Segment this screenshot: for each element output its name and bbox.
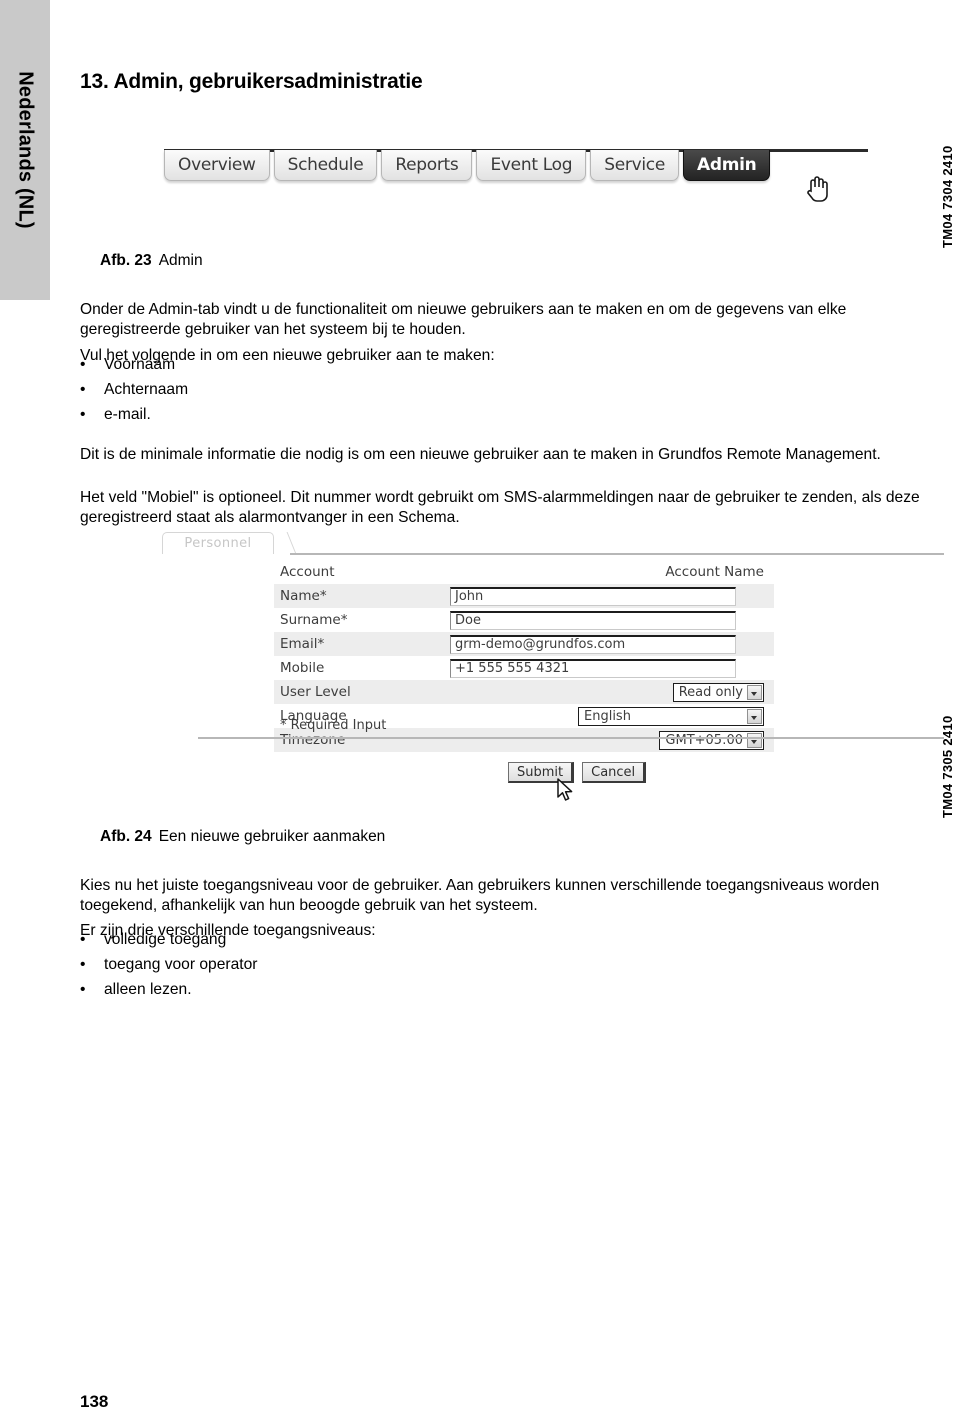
select-language-value: English <box>584 708 631 724</box>
cancel-button[interactable]: Cancel <box>582 762 647 783</box>
list-item-achternaam: • Achternaam <box>80 380 188 401</box>
required-input-note: * Required Input <box>280 718 387 733</box>
label-mobile: Mobile <box>280 660 325 676</box>
field-cell-mobile: +1 555 555 4321 <box>450 658 774 678</box>
form-header-account-name: Account Name <box>665 564 764 580</box>
form-row-email: Email* grm-demo@grundfos.com <box>274 632 774 656</box>
label-user-level: User Level <box>280 684 351 700</box>
label-name: Name* <box>280 588 327 604</box>
arrow-cursor-icon <box>556 778 578 808</box>
select-timezone-value: GMT+05:00 <box>665 732 743 748</box>
nav-tab-schedule[interactable]: Schedule <box>273 150 378 181</box>
label-email: Email* <box>280 636 325 652</box>
select-language[interactable]: English <box>578 706 764 726</box>
chevron-down-icon[interactable] <box>747 684 762 700</box>
bullet-icon: • <box>80 981 86 998</box>
nav-tab-admin[interactable]: Admin <box>683 150 771 181</box>
field-cell-timezone: GMT+05:00 <box>450 730 774 750</box>
chevron-down-icon[interactable] <box>747 732 762 748</box>
form-row-name: Name* John <box>274 584 774 608</box>
language-side-tab: Nederlands (NL) <box>0 0 50 300</box>
label-surname: Surname* <box>280 612 348 628</box>
form-row-mobile: Mobile +1 555 555 4321 <box>274 656 774 680</box>
figure-23-tm-code: TM04 7304 2410 <box>940 145 955 249</box>
language-label: Nederlands (NL) <box>14 71 37 229</box>
label-timezone: Timezone <box>280 732 346 748</box>
admin-nav-screenshot: Overview Schedule Reports Event Log Serv… <box>164 140 868 208</box>
page-content: 13. Admin, gebruikersadministratie Overv… <box>78 0 944 1428</box>
bullet-icon: • <box>80 381 86 398</box>
list-item-label: Voornaam <box>104 356 176 373</box>
figure-24-caption: Afb. 24 Een nieuwe gebruiker aanmaken <box>100 828 385 846</box>
nav-tab-event-log[interactable]: Event Log <box>476 150 587 181</box>
bullet-icon: • <box>80 356 86 373</box>
list-item-voornaam: • Voornaam <box>80 355 175 376</box>
list-item-label: alleen lezen. <box>104 981 192 998</box>
list-item-toegang-operator: • toegang voor operator <box>80 955 257 976</box>
list-item-label: Achternaam <box>104 381 189 398</box>
field-cell-surname: Doe <box>450 610 774 630</box>
paragraph-5: Kies nu het juiste toegangsniveau voor d… <box>80 876 880 915</box>
paragraph-1: Onder de Admin-tab vindt u de functional… <box>80 300 847 339</box>
paragraph-4: Het veld "Mobiel" is optioneel. Dit numm… <box>80 488 920 527</box>
figure-24-text: Een nieuwe gebruiker aanmaken <box>158 828 386 845</box>
field-cell-language: English <box>450 706 774 726</box>
field-cell-email: grm-demo@grundfos.com <box>450 634 774 654</box>
list-item-volledige-toegang: • volledige toegang <box>80 930 226 951</box>
chevron-down-icon[interactable] <box>747 708 762 724</box>
nav-tab-service[interactable]: Service <box>590 150 679 181</box>
input-name[interactable]: John <box>450 586 736 606</box>
paragraph-3: Dit is de minimale informatie die nodig … <box>80 445 881 463</box>
input-surname[interactable]: Doe <box>450 610 736 630</box>
page-number: 138 <box>80 1392 109 1411</box>
figure-24-label: Afb. 24 <box>100 828 152 845</box>
field-cell-user-level: Read only <box>450 682 774 702</box>
form-header-account: Account <box>280 564 335 580</box>
input-mobile[interactable]: +1 555 555 4321 <box>450 658 736 678</box>
nav-tab-reports[interactable]: Reports <box>381 150 473 181</box>
bullet-icon: • <box>80 931 86 948</box>
paragraph-2: Vul het volgende in om een nieuwe gebrui… <box>80 346 495 364</box>
form-header-row: Account Account Name <box>274 560 774 584</box>
bullet-icon: • <box>80 956 86 973</box>
personnel-tab-label: Personnel <box>184 536 252 551</box>
figure-23-text: Admin <box>158 252 203 269</box>
figure-23-caption: Afb. 23 Admin <box>100 252 203 270</box>
input-email[interactable]: grm-demo@grundfos.com <box>450 634 736 654</box>
form-bottom-rule <box>198 737 944 739</box>
personnel-panel-tab[interactable]: Personnel <box>162 532 274 554</box>
select-user-level-value: Read only <box>678 684 743 700</box>
field-cell-name: John <box>450 586 774 606</box>
figure-24-tm-code: TM04 7305 2410 <box>940 715 955 819</box>
list-item-label: e-mail. <box>104 406 151 423</box>
page-title: 13. Admin, gebruikersadministratie <box>80 70 423 94</box>
list-item-label: volledige toegang <box>104 931 227 948</box>
select-user-level[interactable]: Read only <box>672 682 764 702</box>
bullet-icon: • <box>80 406 86 423</box>
nav-tab-overview[interactable]: Overview <box>164 150 270 181</box>
new-user-form-screenshot: Personnel Account Account Name Name* Joh… <box>162 530 952 810</box>
hand-cursor-icon <box>804 174 830 209</box>
list-item-alleen-lezen: • alleen lezen. <box>80 980 192 1001</box>
list-item-email: • e-mail. <box>80 405 151 426</box>
figure-23-label: Afb. 23 <box>100 252 152 269</box>
form-row-surname: Surname* Doe <box>274 608 774 632</box>
form-top-rule <box>290 553 944 555</box>
select-timezone[interactable]: GMT+05:00 <box>659 730 764 750</box>
nav-tab-row: Overview Schedule Reports Event Log Serv… <box>164 150 771 181</box>
form-row-user-level: User Level Read only <box>274 680 774 704</box>
list-item-label: toegang voor operator <box>104 956 258 973</box>
